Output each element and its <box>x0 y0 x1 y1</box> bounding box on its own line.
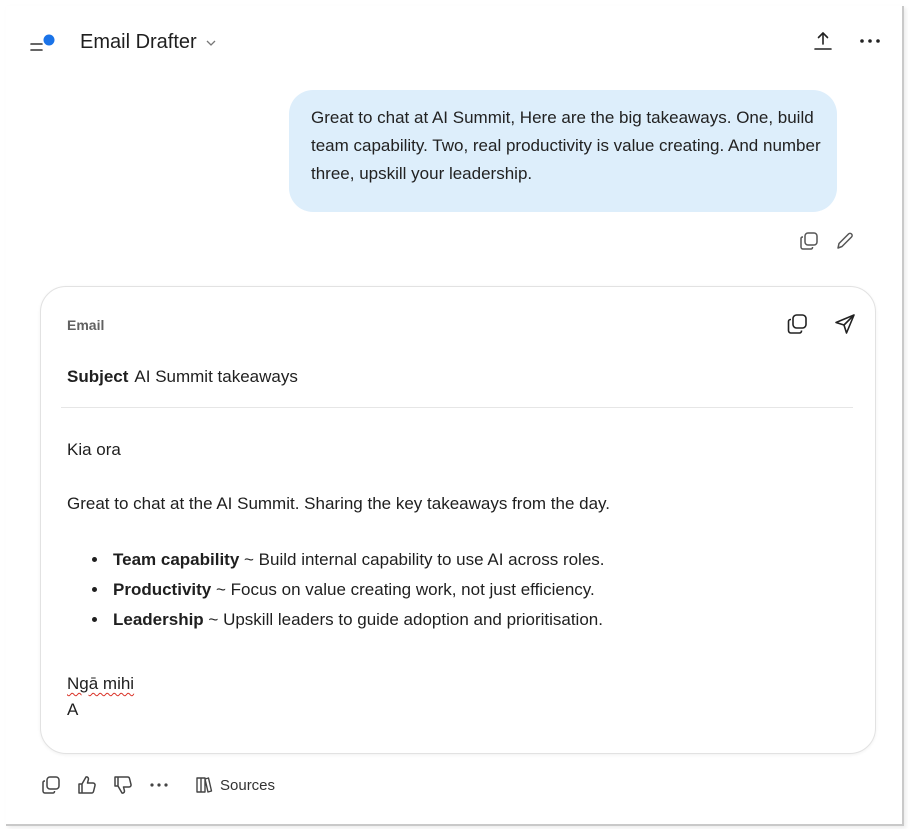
bullet-title: Leadership <box>113 610 204 629</box>
bullet-text: ~ Focus on value creating work, not just… <box>211 580 595 599</box>
send-icon[interactable] <box>833 312 857 336</box>
copy-email-icon[interactable] <box>785 312 809 336</box>
share-icon[interactable] <box>812 30 834 52</box>
thumbs-up-icon[interactable] <box>76 774 98 796</box>
book-icon <box>196 777 213 793</box>
subject-value: AI Summit takeaways <box>134 367 298 386</box>
copy-response-icon[interactable] <box>40 774 62 796</box>
bullet-text: ~ Upskill leaders to guide adoption and … <box>203 610 603 629</box>
copy-icon[interactable] <box>798 230 820 252</box>
email-initial: A <box>67 700 79 719</box>
sources-button[interactable]: Sources <box>194 775 275 795</box>
app-title-dropdown[interactable]: Email Drafter <box>80 31 217 54</box>
bullet-title: Team capability <box>113 550 240 569</box>
signoff-text: Ngā mihi <box>67 674 135 693</box>
header: Email Drafter <box>6 6 902 78</box>
divider <box>61 407 853 408</box>
email-card: Email Subject AI Summit takeaways Kia ora… <box>40 286 876 754</box>
email-signoff: Ngā mihi <box>67 671 134 697</box>
email-subject: Subject AI Summit takeaways <box>67 367 298 387</box>
subject-label: Subject <box>67 367 129 386</box>
more-actions-icon[interactable] <box>148 774 170 796</box>
bullet-text: ~ Build internal capability to use AI ac… <box>239 550 605 569</box>
message-actions <box>798 230 856 252</box>
email-card-label: Email <box>67 317 105 333</box>
list-item: Productivity ~ Focus on value creating w… <box>109 575 605 605</box>
sources-label: Sources <box>220 776 276 794</box>
more-options-icon[interactable] <box>858 30 882 52</box>
bullet-title: Productivity <box>113 580 212 599</box>
list-item: Team capability ~ Build internal capabil… <box>109 545 605 575</box>
response-actions: Sources <box>40 774 275 796</box>
menu-icon[interactable] <box>30 34 58 54</box>
takeaways-list: Team capability ~ Build internal capabil… <box>85 545 605 635</box>
email-greeting: Kia ora <box>67 440 121 459</box>
chevron-down-icon <box>205 37 217 49</box>
edit-pencil-icon[interactable] <box>834 230 856 252</box>
app-title: Email Drafter <box>80 31 197 53</box>
app-window: Email Drafter Great to chat at AI Summit… <box>6 6 904 826</box>
list-item: Leadership ~ Upskill leaders to guide ad… <box>109 605 605 635</box>
email-intro: Great to chat at the AI Summit. Sharing … <box>67 494 611 513</box>
user-message-bubble: Great to chat at AI Summit, Here are the… <box>289 90 837 212</box>
thumbs-down-icon[interactable] <box>112 774 134 796</box>
